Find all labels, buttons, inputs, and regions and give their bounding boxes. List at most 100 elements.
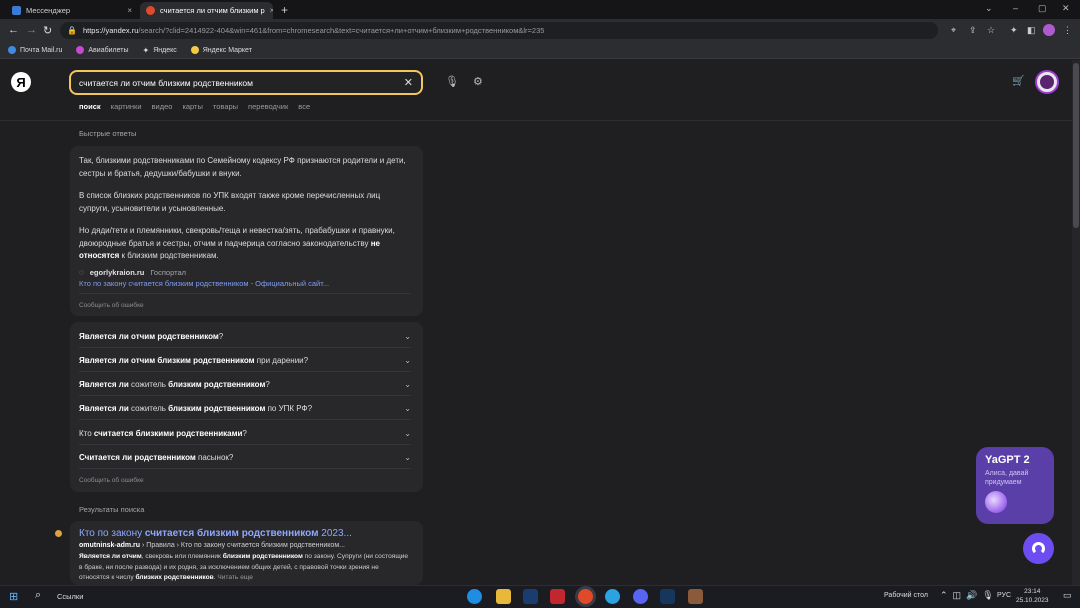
clear-icon[interactable]: ✕ xyxy=(404,76,413,89)
chevron-down-icon: ⌄ xyxy=(404,355,411,365)
search-input[interactable]: считается ли отчим близким родственником… xyxy=(69,70,423,95)
bookmark-market[interactable]: Яндекс Маркет xyxy=(190,46,252,54)
bookmarks-bar: Почта Mail.ru Авиабилеты ✦ Яндекс Яндекс … xyxy=(0,42,1080,59)
reload-icon[interactable]: ↻ xyxy=(43,24,52,37)
market-icon xyxy=(190,46,199,54)
scrollbar-thumb[interactable] xyxy=(1073,63,1079,228)
discord-icon[interactable] xyxy=(633,589,648,604)
extensions-icon[interactable]: ✦ xyxy=(1010,25,1018,36)
read-more-link[interactable]: Читать еще xyxy=(217,574,253,581)
chevron-down-icon: ⌄ xyxy=(404,331,411,341)
divider xyxy=(79,347,411,348)
yandex-logo[interactable]: Я xyxy=(11,72,31,92)
tab-title: считается ли отчим близким р xyxy=(160,6,265,15)
system-tray[interactable]: ⌃◫🔊🎙 xyxy=(940,590,999,601)
results-heading: Результаты поиска xyxy=(79,505,145,514)
close-tab-icon[interactable]: × xyxy=(270,6,273,15)
answer-source[interactable]: ◌ egorlykraion.ru Госпортал xyxy=(79,268,186,277)
desktop-label[interactable]: Рабочий стол xyxy=(884,592,928,599)
menu-icon[interactable]: ⋮ xyxy=(1063,25,1072,36)
taskbar-search-icon[interactable]: ⌕ xyxy=(35,589,41,602)
maximize-icon[interactable]: ▢ xyxy=(1038,3,1047,14)
telegram-icon[interactable] xyxy=(605,589,620,604)
tab-video[interactable]: видео xyxy=(152,102,173,111)
report-error-link[interactable]: Сообщить об ошибке xyxy=(79,477,144,484)
bookmark-yandex[interactable]: ✦ Яндекс xyxy=(142,46,176,55)
answer-paragraph: Так, близкими родственниками по Семейном… xyxy=(79,156,406,178)
faq-item[interactable]: Является ли сожитель близким родственник… xyxy=(79,376,411,392)
faq-item[interactable]: Является ли отчим близким родственником … xyxy=(79,352,411,368)
forward-icon[interactable]: → xyxy=(26,24,37,36)
tab-yandex-search[interactable]: считается ли отчим близким р × xyxy=(140,2,273,19)
tab-search[interactable]: поиск xyxy=(79,102,101,111)
result-breadcrumb[interactable]: omutninsk-adm.ru › Правила › Кто по зако… xyxy=(79,542,345,549)
location-icon[interactable]: ⌖ xyxy=(951,25,956,36)
yandex-favicon-icon xyxy=(146,6,155,15)
explorer-icon[interactable] xyxy=(496,589,511,604)
avatar[interactable] xyxy=(1035,70,1059,94)
tab-images[interactable]: картинки xyxy=(111,102,142,111)
clock-time: 23:14 xyxy=(1024,588,1041,595)
windows-start-icon[interactable]: ⊞ xyxy=(9,590,18,603)
report-error-link[interactable]: Сообщить об ошибке xyxy=(79,302,144,309)
alice-button[interactable] xyxy=(1023,533,1054,564)
notifications-icon[interactable]: ▭ xyxy=(1063,590,1072,601)
minimize-icon[interactable]: – xyxy=(1013,3,1018,13)
faq-item[interactable]: Кто считается близкими родственниками? ⌄ xyxy=(79,425,411,441)
filters-icon[interactable]: ⚙ xyxy=(473,75,483,88)
answer-text: к близким родственникам. xyxy=(121,251,219,260)
close-tab-icon[interactable]: × xyxy=(127,6,132,15)
bookmark-star-icon[interactable]: ☆ xyxy=(987,25,995,36)
source-link[interactable]: Кто по закону считается близким родствен… xyxy=(79,279,329,288)
faq-item[interactable]: Считается ли родственником пасынок? ⌄ xyxy=(79,449,411,465)
share-icon[interactable]: ⇪ xyxy=(969,25,977,36)
tab-all[interactable]: все xyxy=(298,102,310,111)
chrome-icon[interactable] xyxy=(578,589,593,604)
cart-icon[interactable]: 🛒 xyxy=(1012,76,1024,87)
language-indicator[interactable]: РУС xyxy=(997,592,1011,599)
source-domain[interactable]: egorlykraion.ru xyxy=(90,268,145,277)
quick-answers-heading: Быстрые ответы xyxy=(79,129,137,138)
tab-title: Мессенджер xyxy=(26,6,71,15)
window-close-icon[interactable]: ✕ xyxy=(1062,3,1070,14)
result-snippet: Является ли отчим, свекровь или племянни… xyxy=(79,553,410,581)
address-bar[interactable]: 🔒 https://yandex.ru/search/?clid=2414922… xyxy=(60,22,938,39)
new-tab-button[interactable]: + xyxy=(281,3,288,17)
sidepanel-icon[interactable]: ◧ xyxy=(1027,25,1036,36)
tab-search-icon[interactable]: ⌄ xyxy=(985,3,993,14)
faq-item[interactable]: Является ли сожитель близким родственник… xyxy=(79,400,411,416)
chevron-down-icon: ⌄ xyxy=(404,428,411,438)
bookmark-avia[interactable]: Авиабилеты xyxy=(76,46,128,54)
taskbar-search-label[interactable]: Ссылки xyxy=(57,592,83,601)
yagpt-promo-card[interactable]: YaGPT 2 Алиса, давай придумаем xyxy=(976,447,1054,524)
alice-orb-icon xyxy=(985,491,1007,513)
lock-icon: 🔒 xyxy=(67,26,77,35)
clock[interactable]: 23:14 25.10.2023 xyxy=(1016,587,1049,605)
microphone-icon[interactable]: 🎙 xyxy=(445,75,459,88)
url-host: https://yandex.ru xyxy=(82,26,139,35)
steam-alt-icon[interactable] xyxy=(660,589,675,604)
divider xyxy=(79,419,411,420)
divider xyxy=(79,468,411,469)
tab-maps[interactable]: карты xyxy=(182,102,202,111)
tab-messenger[interactable]: Мессенджер × xyxy=(6,2,138,19)
chevron-down-icon: ⌄ xyxy=(404,379,411,389)
source-subtitle: Госпортал xyxy=(150,268,186,277)
answer-text: Но дяди/тети и племянники, свекровь/теща… xyxy=(79,226,395,248)
edge-icon[interactable] xyxy=(467,589,482,604)
answer-paragraph: Но дяди/тети и племянники, свекровь/теща… xyxy=(79,225,409,263)
mail-icon xyxy=(8,46,16,54)
game-launcher-icon[interactable] xyxy=(550,589,565,604)
steam-icon[interactable] xyxy=(523,589,538,604)
alice-icon xyxy=(1032,542,1045,555)
bookmark-mail[interactable]: Почта Mail.ru xyxy=(8,46,62,54)
back-icon[interactable]: ← xyxy=(8,24,19,36)
source-favicon-icon: ◌ xyxy=(79,268,84,277)
tab-goods[interactable]: товары xyxy=(213,102,238,111)
divider xyxy=(79,371,411,372)
profile-icon[interactable] xyxy=(1043,24,1055,36)
faq-item[interactable]: Является ли отчим родственником? ⌄ xyxy=(79,328,411,344)
result-title-link[interactable]: Кто по закону считается близким родствен… xyxy=(79,528,352,539)
photo-app-icon[interactable] xyxy=(688,589,703,604)
tab-translate[interactable]: переводчик xyxy=(248,102,288,111)
